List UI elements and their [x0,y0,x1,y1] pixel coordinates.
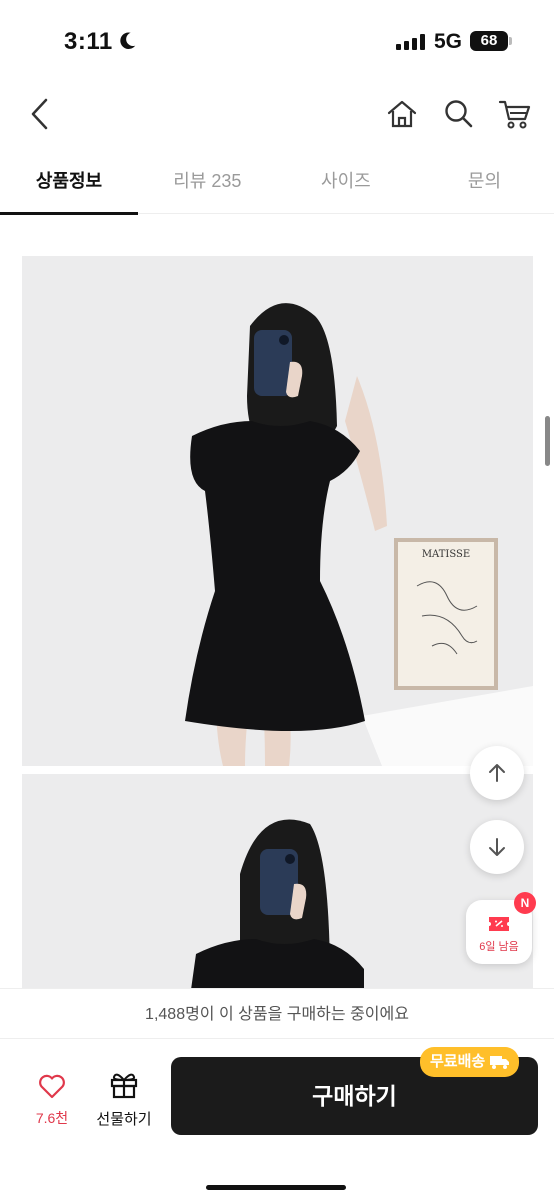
search-button[interactable] [439,94,479,134]
battery-cap [509,37,512,45]
gift-button[interactable]: 선물하기 [88,1071,160,1129]
poster-title: MATISSE [422,549,470,560]
scrollbar[interactable] [545,416,550,466]
free-shipping-label: 무료배송 [430,1053,486,1070]
back-button[interactable] [20,94,60,134]
arrow-up-icon [489,764,505,782]
status-time: 3:11 [64,28,113,55]
tab-reviews[interactable]: 리뷰 235 [138,150,277,213]
scroll-up-button[interactable] [470,746,524,800]
status-bar: 3:11 5G 68 [0,0,554,80]
model-photo: MATISSE [22,256,533,766]
gift-label: 선물하기 [96,1111,152,1128]
tab-size[interactable]: 사이즈 [277,150,416,213]
like-button[interactable]: 7.6천 [24,1073,80,1128]
heart-icon [39,1074,65,1099]
product-image[interactable]: MATISSE [22,256,533,766]
home-indicator [206,1185,346,1190]
battery-icon: 68 [470,31,508,51]
model-photo [22,774,533,1004]
arrow-down-icon [489,838,505,856]
matisse-poster: MATISSE [394,538,498,690]
signal-icon [396,34,425,50]
truck-icon [490,1056,510,1069]
network-type: 5G [434,30,463,53]
chevron-left-icon [31,98,48,130]
top-nav [0,80,554,150]
cart-icon [498,100,531,129]
buyers-notice: 1,488명이 이 상품을 구매하는 중이에요 [0,989,554,1039]
gift-icon [110,1073,138,1099]
home-button[interactable] [382,94,422,134]
home-icon [387,100,417,128]
coupon-label: 6일 남음 [479,941,519,953]
new-badge: N [514,892,536,914]
like-count: 7.6천 [35,1110,69,1126]
cart-button[interactable] [495,94,535,134]
coupon-icon [489,917,509,931]
purchase-bar: 1,488명이 이 상품을 구매하는 중이에요 7.6천 선물하기 구매하기 무… [0,988,554,1200]
tab-inquiry[interactable]: 문의 [415,150,554,213]
scroll-down-button[interactable] [470,820,524,874]
moon-icon [120,32,136,49]
product-tabs: 상품정보 리뷰 235 사이즈 문의 [0,150,554,215]
product-image[interactable] [22,774,533,1004]
free-shipping-badge: 무료배송 [420,1047,520,1077]
tab-product-info[interactable]: 상품정보 [0,150,138,215]
search-icon [445,100,473,128]
coupon-button[interactable]: 6일 남음 N [466,892,536,964]
